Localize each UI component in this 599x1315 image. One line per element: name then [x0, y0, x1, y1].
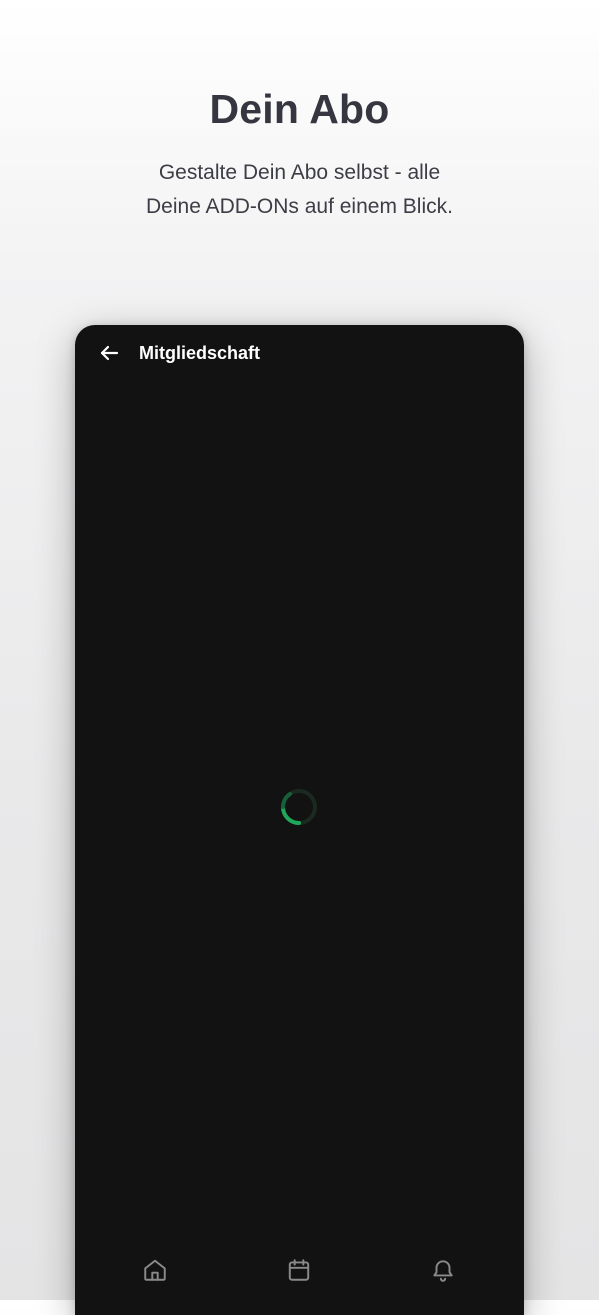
loading-spinner — [280, 788, 318, 826]
home-icon — [144, 1259, 166, 1281]
arrow-left-icon — [100, 345, 119, 361]
calendar-icon — [288, 1259, 310, 1281]
bell-icon — [433, 1260, 453, 1282]
promo-subtitle: Gestalte Dein Abo selbst - alle Deine AD… — [0, 156, 599, 224]
phone-screen: Mitgliedschaft — [75, 325, 524, 1315]
nav-home-button[interactable] — [133, 1253, 177, 1287]
back-button[interactable] — [97, 341, 121, 365]
nav-notifications-button[interactable] — [421, 1253, 465, 1287]
promo-subtitle-line-2: Deine ADD-ONs auf einem Blick. — [146, 195, 453, 218]
promo-title: Dein Abo — [209, 86, 390, 132]
screen-title: Mitgliedschaft — [139, 343, 261, 363]
bottom-navigation — [75, 1245, 524, 1295]
spinner-icon — [281, 789, 317, 825]
app-header: Mitgliedschaft — [75, 325, 524, 381]
promo-subtitle-line-1: Gestalte Dein Abo selbst - alle — [158, 161, 441, 184]
nav-calendar-button[interactable] — [277, 1253, 321, 1287]
